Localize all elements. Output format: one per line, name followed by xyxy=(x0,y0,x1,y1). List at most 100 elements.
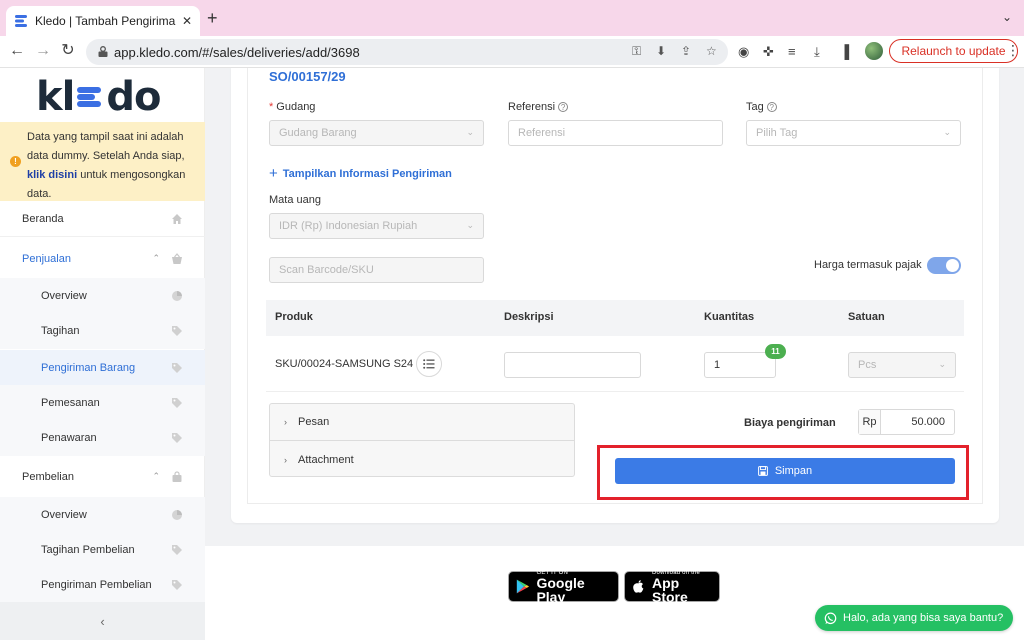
chevron-up-icon: ⌃ xyxy=(152,253,160,263)
site-info-icon[interactable] xyxy=(97,45,109,58)
description-input[interactable] xyxy=(504,352,641,378)
product-detail-button[interactable] xyxy=(416,351,442,377)
product-name[interactable]: SKU/00024-SAMSUNG S24 xyxy=(275,358,413,370)
required-asterisk: * xyxy=(269,101,274,113)
tag-icon xyxy=(172,363,182,373)
plus-icon: + xyxy=(269,165,278,182)
column-header-satuan: Satuan xyxy=(848,311,885,323)
sidebar-item-pemesanan[interactable]: Pemesanan xyxy=(0,385,205,421)
tag-icon xyxy=(172,398,182,408)
scan-barcode-input[interactable]: Scan Barcode/SKU xyxy=(269,257,484,283)
chevron-down-icon: ⌄ xyxy=(938,359,946,369)
chevron-down-icon: ⌄ xyxy=(466,127,474,137)
side-panel-icon[interactable]: ▐ xyxy=(840,44,849,60)
google-play-badge[interactable]: GET IT ON Google Play xyxy=(508,570,619,604)
google-play-icon xyxy=(516,579,530,594)
browser-menu-kebab-icon[interactable]: ⋮ xyxy=(1006,42,1020,59)
save-button-highlight-box xyxy=(597,445,969,500)
help-question-icon[interactable]: ? xyxy=(766,102,777,112)
chevron-right-icon: › xyxy=(284,454,287,465)
browser-tab-kledo[interactable]: Kledo | Tambah Pengiriman Barang ✕ xyxy=(6,6,200,36)
camera-icon[interactable]: ◉ xyxy=(738,44,749,60)
dummy-data-notice: ! Data yang tampil saat ini adalah data … xyxy=(0,122,205,201)
clear-dummy-data-link[interactable]: klik disini xyxy=(27,169,77,181)
profile-avatar[interactable] xyxy=(865,42,883,60)
unit-select[interactable]: Pcs ⌄ xyxy=(848,352,956,378)
sidebar-item-overview-pembelian[interactable]: Overview xyxy=(0,497,205,533)
sidebar-item-overview[interactable]: Overview xyxy=(0,278,205,314)
relaunch-to-update-button[interactable]: Relaunch to update xyxy=(889,39,1018,63)
sidebar-item-beranda[interactable]: Beranda xyxy=(0,201,205,237)
delivery-form-body: SO/00157/29 * Gudang Gudang Barang ⌄ Refe… xyxy=(247,68,983,504)
sales-order-number-link[interactable]: SO/00157/29 xyxy=(269,69,346,84)
chevron-right-icon: › xyxy=(284,417,287,427)
whatsapp-icon xyxy=(824,612,837,624)
main-content: SO/00157/29 * Gudang Gudang Barang ⌄ Refe… xyxy=(205,68,1024,640)
referensi-label: Referensi? xyxy=(508,101,569,113)
quantity-input[interactable]: 1 xyxy=(704,352,776,378)
tab-title: Kledo | Tambah Pengiriman Barang xyxy=(35,14,176,28)
bookmark-star-icon[interactable]: ☆ xyxy=(706,44,717,58)
product-table-header: Produk Deskripsi Kuantitas Satuan xyxy=(266,300,964,336)
tag-icon xyxy=(172,326,182,336)
sidebar-collapse-button[interactable]: ‹ xyxy=(0,602,205,640)
sidebar-item-pengiriman-barang[interactable]: Pengiriman Barang xyxy=(0,350,205,386)
key-icon[interactable]: ⚿ xyxy=(632,44,641,59)
browser-tabstrip: Kledo | Tambah Pengiriman Barang ✕ + ⌄ xyxy=(0,0,1024,36)
pesan-panel-header[interactable]: › Pesan xyxy=(270,404,574,441)
whatsapp-chat-button[interactable]: Halo, ada yang bisa saya bantu? xyxy=(815,605,1013,631)
media-queue-icon[interactable]: ≡ xyxy=(788,44,796,60)
address-bar[interactable]: app.kledo.com/#/sales/deliveries/add/369… xyxy=(86,39,728,65)
shipping-cost-value: 50.000 xyxy=(911,416,945,428)
back-arrow-icon[interactable]: ← xyxy=(7,41,27,61)
show-shipping-info-link[interactable]: + Tampilkan Informasi Pengiriman xyxy=(269,165,452,182)
chevron-down-icon: ⌄ xyxy=(943,127,951,137)
tax-inclusive-toggle[interactable] xyxy=(927,257,961,274)
reload-icon[interactable]: ↻ xyxy=(58,41,78,61)
chevron-down-icon: ⌄ xyxy=(466,220,474,230)
currency-label: Mata uang xyxy=(269,194,321,206)
share-icon[interactable]: ⇪ xyxy=(681,44,691,58)
extensions-puzzle-icon[interactable]: ✜ xyxy=(763,44,774,60)
app-store-badge[interactable]: Download on the App Store xyxy=(624,570,720,604)
column-header-kuantitas: Kuantitas xyxy=(704,311,755,323)
help-question-icon[interactable]: ? xyxy=(558,102,569,112)
tag-icon xyxy=(172,545,182,555)
tab-close-icon[interactable]: ✕ xyxy=(182,14,192,28)
extra-info-collapse: › Pesan › Attachment xyxy=(269,403,575,477)
forward-arrow-icon[interactable]: → xyxy=(33,41,53,61)
sidebar-item-tagihan-pembelian[interactable]: Tagihan Pembelian xyxy=(0,532,205,568)
column-header-produk: Produk xyxy=(275,311,313,323)
sidebar-item-tagihan[interactable]: Tagihan xyxy=(0,313,205,349)
apple-icon xyxy=(633,580,644,593)
tag-icon xyxy=(172,433,182,443)
shipping-cost-label: Biaya pengiriman xyxy=(744,417,836,429)
table-row: SKU/00024-SAMSUNG S24 1 11 Pcs ⌄ xyxy=(266,336,964,392)
sidebar-item-penjualan[interactable]: Penjualan ⌃ xyxy=(0,241,205,277)
sidebar-item-pembelian[interactable]: Pembelian ⌃ xyxy=(0,459,205,495)
chevron-left-icon: ‹ xyxy=(100,613,105,629)
tag-select[interactable]: Pilih Tag ⌄ xyxy=(746,120,961,146)
kledo-logo[interactable]: kl do xyxy=(36,74,161,120)
url-text[interactable]: app.kledo.com/#/sales/deliveries/add/369… xyxy=(114,45,360,60)
attachment-panel-header[interactable]: › Attachment xyxy=(270,441,574,478)
tax-inclusive-label: Harga termasuk pajak xyxy=(814,259,922,271)
stock-count-badge: 11 xyxy=(765,344,786,359)
shipping-cost-input[interactable]: Rp 50.000 xyxy=(858,409,955,435)
sidebar-item-pengiriman-pembelian[interactable]: Pengiriman Pembelian xyxy=(0,567,205,603)
downloads-icon[interactable]: ⤓ xyxy=(814,44,820,60)
sidebar-item-penawaran[interactable]: Penawaran xyxy=(0,420,205,456)
referensi-input[interactable]: Referensi xyxy=(508,120,723,146)
kledo-favicon-icon xyxy=(15,15,27,27)
gudang-select[interactable]: Gudang Barang ⌄ xyxy=(269,120,484,146)
new-tab-plus-icon[interactable]: + xyxy=(207,8,218,28)
list-icon xyxy=(423,359,435,369)
tab-search-chevron-icon[interactable]: ⌄ xyxy=(1002,10,1012,24)
page-footer: GET IT ON Google Play Download on the Ap… xyxy=(205,546,1024,640)
warning-icon: ! xyxy=(10,156,21,167)
currency-select[interactable]: IDR (Rp) Indonesian Rupiah ⌄ xyxy=(269,213,484,239)
install-icon[interactable]: ⬇ xyxy=(656,44,666,58)
column-header-deskripsi: Deskripsi xyxy=(504,311,554,323)
pie-chart-icon xyxy=(172,510,182,520)
gudang-label: * Gudang xyxy=(269,101,316,113)
